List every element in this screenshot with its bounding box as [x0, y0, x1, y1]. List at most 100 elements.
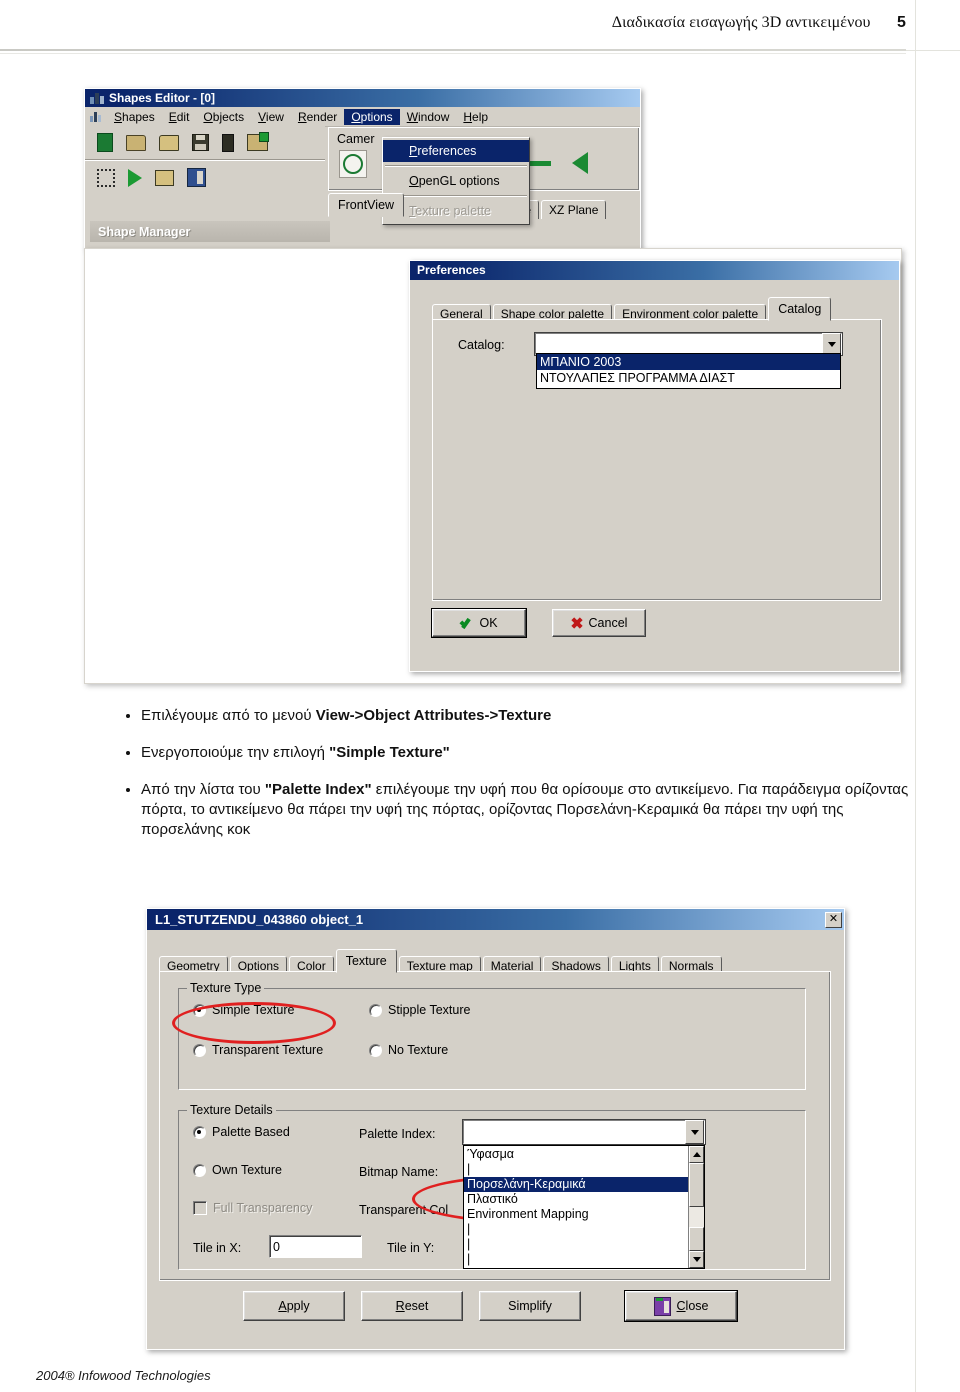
- palette-dropdown-scrollbar[interactable]: [688, 1146, 704, 1268]
- camera-group-label: Camer: [337, 132, 375, 146]
- radio-own-texture-label: Own Texture: [212, 1163, 282, 1177]
- object-dialog-titlebar: L1_STUTZENDU_043860 object_1 ✕: [147, 909, 844, 930]
- checkbox-full-transparency-label: Full Transparency: [213, 1201, 313, 1215]
- radio-no-texture[interactable]: No Texture: [369, 1043, 448, 1057]
- object-properties-dialog: L1_STUTZENDU_043860 object_1 ✕ Geometry …: [146, 908, 845, 1350]
- radio-own-texture[interactable]: Own Texture: [193, 1163, 282, 1177]
- scrollbar-thumb[interactable]: [689, 1163, 704, 1207]
- close-x-icon: [570, 617, 583, 629]
- save-floppy-icon[interactable]: [192, 134, 209, 151]
- menu-item-help[interactable]: Help: [456, 109, 495, 125]
- menu-separator-2: [385, 195, 527, 197]
- menu-item-view[interactable]: View: [251, 109, 291, 125]
- list-item[interactable]: Πορσελάνη-Κεραμικά: [464, 1177, 688, 1192]
- radio-palette-based-label: Palette Based: [212, 1125, 290, 1139]
- catalog-combobox[interactable]: [534, 332, 843, 356]
- radio-icon[interactable]: [193, 1163, 206, 1177]
- chevron-down-icon[interactable]: [685, 1120, 704, 1144]
- page-footer: 2004® Infowood Technologies: [36, 1368, 211, 1383]
- view-tab-xz-plane[interactable]: XZ Plane: [541, 200, 607, 219]
- radio-simple-texture[interactable]: Simple Texture: [193, 1003, 294, 1017]
- list-item[interactable]: Ύφασμα: [464, 1147, 688, 1162]
- export-icon[interactable]: [222, 133, 234, 152]
- radio-icon[interactable]: [369, 1003, 382, 1017]
- preferences-dialog: Preferences General Shape color palette …: [409, 260, 900, 672]
- import-folder-icon[interactable]: [159, 134, 179, 151]
- exit-door-icon: [653, 1296, 671, 1316]
- rotate-camera-icon[interactable]: [339, 150, 367, 178]
- new-document-icon[interactable]: [97, 133, 113, 152]
- app-icon: [90, 92, 104, 104]
- cancel-button[interactable]: Cancel: [552, 609, 646, 637]
- menu-item-objects[interactable]: Objects: [196, 109, 251, 125]
- play-icon[interactable]: [128, 168, 142, 187]
- list-item[interactable]: Environment Mapping: [464, 1207, 688, 1222]
- menubar-app-icon: [90, 111, 101, 122]
- toolbar-area: [85, 126, 325, 194]
- close-button[interactable]: Close: [624, 1290, 738, 1322]
- tile-in-x-input[interactable]: 0: [269, 1235, 362, 1258]
- radio-icon[interactable]: [193, 1125, 206, 1139]
- scroll-down-icon[interactable]: [689, 1251, 704, 1268]
- menu-item-options[interactable]: Options: [344, 108, 400, 125]
- tab-texture[interactable]: Texture: [335, 949, 397, 973]
- tab-catalog[interactable]: Catalog: [768, 297, 832, 321]
- instruction-prefix: Από την λίστα του: [141, 781, 265, 798]
- chevron-down-icon[interactable]: [822, 333, 841, 355]
- list-item[interactable]: |: [464, 1222, 688, 1237]
- shapes-editor-window: Shapes Editor - [0] SShapeshapes Edit Ob…: [84, 88, 641, 250]
- preferences-tab-page: Catalog: ΜΠΑΝΙΟ 2003 ΝΤΟΥΛΑΠΕΣ ΠΡΟΓΡΑΜΜΑ…: [432, 319, 882, 601]
- radio-icon[interactable]: [193, 1003, 206, 1017]
- texture-tab-page: Texture Type Simple Texture Stipple Text…: [159, 971, 831, 1281]
- menu-option-preferences[interactable]: Preferences: [383, 140, 529, 162]
- instruction-prefix: Ενεργοποιούμε την επιλογή: [141, 744, 330, 761]
- view-tab-frontview[interactable]: FrontView: [328, 193, 405, 217]
- radio-simple-texture-label: Simple Texture: [212, 1003, 295, 1017]
- catalog-option-item[interactable]: ΝΤΟΥΛΑΠΕΣ ΠΡΟΓΡΑΜΜΑ ΔΙΑΣΤ: [537, 370, 840, 386]
- radio-icon[interactable]: [369, 1043, 382, 1057]
- scrollbar-track[interactable]: [689, 1207, 704, 1227]
- object-dialog-title: L1_STUTZENDU_043860 object_1: [155, 912, 364, 927]
- radio-palette-based[interactable]: Palette Based: [193, 1125, 290, 1139]
- reset-button[interactable]: Reset: [361, 1291, 463, 1321]
- simplify-button[interactable]: Simplify: [479, 1291, 581, 1321]
- checkbox-icon: [193, 1201, 207, 1215]
- palette-index-dropdown[interactable]: Ύφασμα | Πορσελάνη-Κεραμικά Πλαστικό Env…: [463, 1145, 705, 1269]
- page-number: 5: [897, 14, 906, 31]
- texture-type-group: Texture Type Simple Texture Stipple Text…: [178, 981, 806, 1090]
- apply-button[interactable]: AApplypply: [243, 1291, 345, 1321]
- palette-index-combobox[interactable]: [462, 1119, 706, 1145]
- radio-icon[interactable]: [193, 1043, 206, 1057]
- menu-separator-1: [385, 165, 527, 167]
- radio-transparent-texture[interactable]: Transparent Texture: [193, 1043, 323, 1057]
- open-folder-icon[interactable]: [126, 134, 146, 151]
- instruction-item: Από την λίστα του "Palette Index" επιλέγ…: [141, 780, 913, 840]
- list-item[interactable]: Πλαστικό: [464, 1192, 688, 1207]
- texture-type-group-label: Texture Type: [187, 981, 265, 995]
- palette-index-option-list[interactable]: Ύφασμα | Πορσελάνη-Κεραμικά Πλαστικό Env…: [464, 1146, 688, 1268]
- select-rect-icon[interactable]: [97, 168, 115, 187]
- scroll-up-icon[interactable]: [689, 1146, 704, 1163]
- radio-stipple-texture[interactable]: Stipple Texture: [369, 1003, 470, 1017]
- radio-no-texture-label: No Texture: [388, 1043, 449, 1057]
- ok-button[interactable]: OK: [431, 608, 527, 638]
- previous-arrow-icon[interactable]: [572, 152, 588, 174]
- list-item[interactable]: |: [464, 1237, 688, 1252]
- scrollbar-thumb-lower[interactable]: [689, 1227, 704, 1251]
- instruction-bold: View->Object Attributes->Texture: [315, 707, 552, 724]
- save-as-image-icon[interactable]: [247, 132, 269, 151]
- menu-item-edit[interactable]: Edit: [162, 109, 197, 125]
- catalog-option-item[interactable]: ΜΠΑΝΙΟ 2003: [537, 354, 840, 370]
- close-icon[interactable]: ✕: [825, 911, 842, 928]
- menu-item-render[interactable]: Render: [291, 109, 344, 125]
- menu-item-window[interactable]: Window: [400, 109, 457, 125]
- shapes-editor-titlebar: Shapes Editor - [0]: [85, 89, 640, 107]
- move-folder-icon[interactable]: [155, 169, 174, 186]
- menu-option-opengl[interactable]: OpenGL options: [383, 170, 529, 192]
- catalog-option-list[interactable]: ΜΠΑΝΙΟ 2003 ΝΤΟΥΛΑΠΕΣ ΠΡΟΓΡΑΜΜΑ ΔΙΑΣΤ: [536, 353, 841, 389]
- list-item[interactable]: |: [464, 1162, 688, 1177]
- page-margin-line-horizontal: [906, 50, 960, 51]
- list-item[interactable]: |: [464, 1252, 688, 1267]
- menu-item-shapes[interactable]: SShapeshapes: [107, 109, 162, 125]
- exit-door-icon[interactable]: [187, 168, 206, 187]
